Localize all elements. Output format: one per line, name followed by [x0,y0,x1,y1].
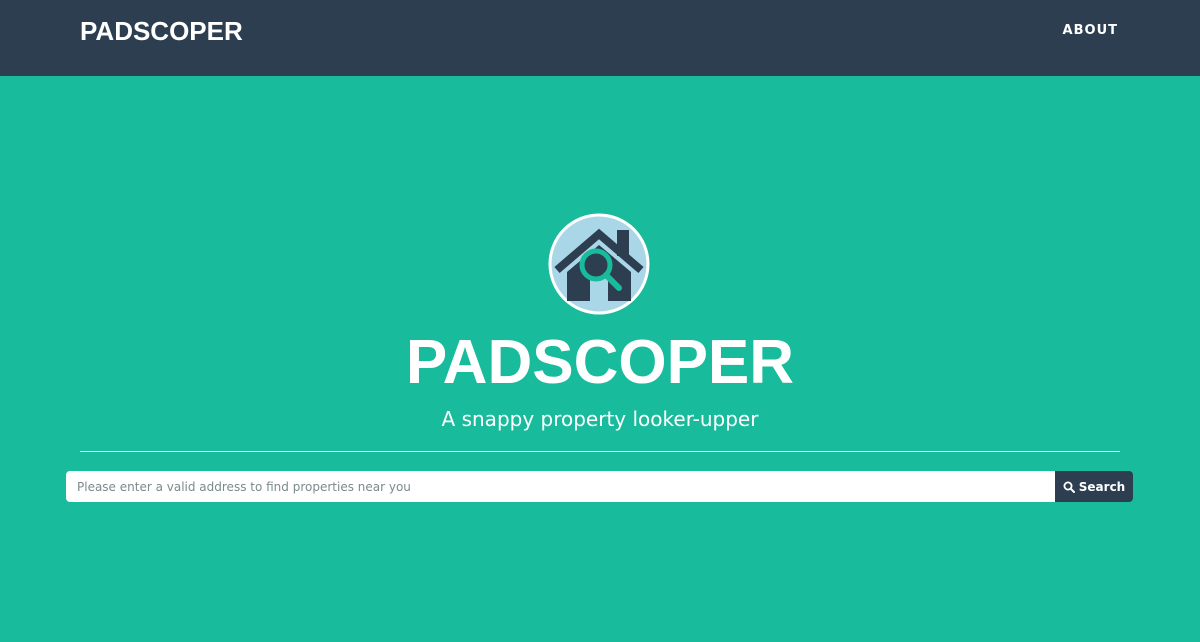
house-magnifier-icon [547,212,651,316]
nav-about-link[interactable]: ABOUT [1063,22,1118,40]
search-button-label: Search [1078,479,1126,494]
search-input[interactable] [66,471,1055,502]
navbar: PADSCOPER ABOUT [0,0,1200,76]
hero-title: PADSCOPER [405,328,795,397]
hero-section: PADSCOPER A snappy property looker-upper… [0,76,1200,642]
brand-link[interactable]: PADSCOPER [80,16,243,46]
search-form: Search [66,471,1133,502]
divider [80,451,1120,452]
hero-subtitle: A snappy property looker-upper [441,407,759,431]
search-icon [1063,481,1075,493]
search-button[interactable]: Search [1055,471,1133,502]
